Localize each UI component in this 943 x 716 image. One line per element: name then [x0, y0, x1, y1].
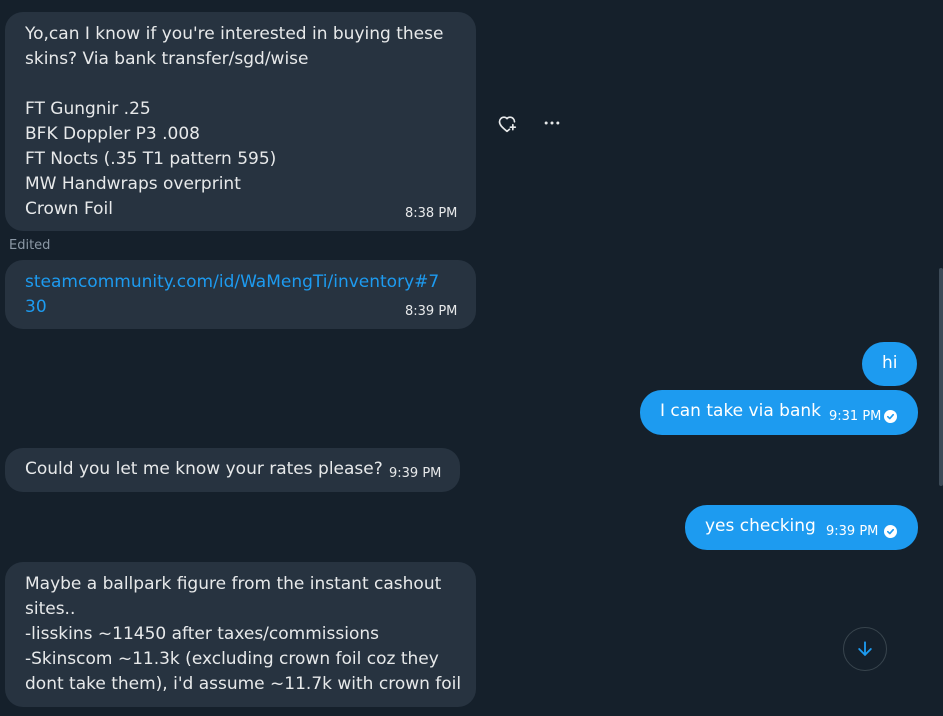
message-timestamp: 8:38 PM — [405, 206, 458, 221]
message-link[interactable]: steamcommunity.com/id/WaMengTi/inventory… — [25, 270, 465, 320]
message-timestamp: 8:39 PM — [405, 304, 458, 319]
message-text: yes checking — [705, 516, 816, 536]
more-button[interactable] — [538, 109, 566, 137]
message-bubble-outgoing[interactable]: hi — [862, 342, 917, 386]
message-bubble-outgoing[interactable]: yes checking 9:39 PM — [685, 505, 918, 550]
message-text: I can take via bank — [660, 401, 821, 421]
cutoff-content-strip — [0, 708, 943, 716]
scrollbar[interactable] — [939, 268, 943, 486]
message-bubble-incoming[interactable]: Maybe a ballpark figure from the instant… — [5, 562, 476, 707]
message-bubble-incoming[interactable]: steamcommunity.com/id/WaMengTi/inventory… — [5, 260, 476, 329]
message-text: Could you let me know your rates please? — [25, 459, 383, 479]
heart-plus-icon — [498, 116, 517, 133]
check-circle-icon — [884, 410, 897, 423]
message-bubble-incoming[interactable]: Yo,can I know if you're interested in bu… — [5, 12, 476, 231]
react-button[interactable] — [493, 109, 521, 137]
message-timestamp: 9:39 PM — [826, 524, 879, 539]
message-bubble-outgoing[interactable]: I can take via bank 9:31 PM — [640, 390, 918, 435]
more-horizontal-icon — [544, 121, 560, 125]
edited-label: Edited — [9, 238, 51, 253]
message-bubble-incoming[interactable]: Could you let me know your rates please?… — [5, 448, 460, 492]
message-timestamp: 9:31 PM — [829, 409, 882, 424]
message-text: Maybe a ballpark figure from the instant… — [25, 574, 462, 694]
message-timestamp: 9:39 PM — [389, 466, 442, 481]
check-circle-icon — [884, 525, 897, 538]
message-text: Yo,can I know if you're interested in bu… — [25, 24, 444, 219]
arrow-down-icon — [858, 641, 872, 656]
message-text: hi — [882, 353, 898, 373]
scroll-to-bottom-button[interactable] — [843, 627, 887, 671]
